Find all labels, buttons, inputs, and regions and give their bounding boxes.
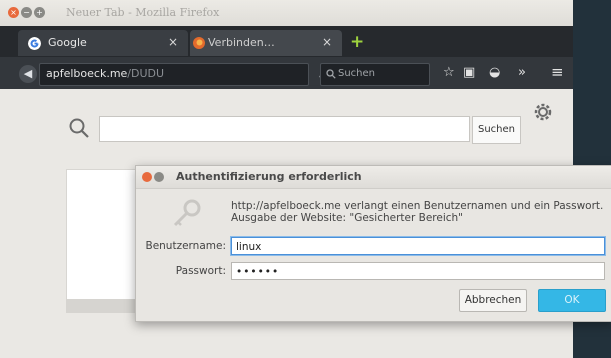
search-placeholder: Suchen [338, 68, 376, 79]
username-field[interactable]: linux [231, 237, 605, 255]
ok-button[interactable]: OK [538, 289, 606, 312]
overflow-icon[interactable]: » [518, 65, 526, 80]
tab-close-icon[interactable]: × [168, 35, 178, 49]
url-text: apfelboeck.me/DUDU [46, 67, 164, 80]
tab-label: Google [48, 36, 87, 49]
dialog-message-line: Ausgabe der Website: "Gesicherter Bereic… [231, 212, 464, 224]
url-bar[interactable]: apfelboeck.me/DUDU ▾ × [39, 63, 347, 86]
page-search-button[interactable]: Suchen [472, 116, 521, 144]
navigation-bar: ◀ apfelboeck.me/DUDU ▾ × Suchen ☆ ▣ ◒ » … [0, 57, 573, 89]
password-label: Passwort: [175, 265, 226, 277]
page-search-input[interactable] [99, 116, 470, 142]
url-host: apfelboeck.me [46, 67, 128, 80]
auth-dialog: Authentifizierung erforderlich http://ap… [135, 165, 611, 322]
dialog-title-bar: Authentifizierung erforderlich [136, 166, 611, 189]
back-button[interactable]: ◀ [19, 65, 37, 83]
dialog-title: Authentifizierung erforderlich [176, 170, 362, 183]
search-bar[interactable]: Suchen [320, 63, 430, 86]
bookmark-star-icon[interactable]: ☆ [443, 65, 455, 80]
username-label: Benutzername: [145, 240, 226, 252]
downloads-icon[interactable]: ▣ [463, 65, 475, 80]
firefox-icon [193, 37, 205, 49]
key-icon [173, 199, 201, 227]
tab-close-icon[interactable]: × [322, 35, 332, 49]
new-tab-button[interactable]: + [350, 32, 364, 52]
magnifier-icon [69, 118, 89, 138]
window-title: Neuer Tab - Mozilla Firefox [66, 6, 220, 19]
dialog-message-line: http://apfelboeck.me verlangt einen Benu… [231, 200, 604, 212]
window-close-button[interactable]: × [8, 7, 19, 18]
tab-google[interactable]: Google × [18, 30, 188, 56]
dialog-message: http://apfelboeck.me verlangt einen Benu… [231, 200, 603, 224]
gear-icon[interactable] [532, 101, 554, 123]
google-icon [28, 37, 41, 50]
search-icon [326, 69, 336, 79]
password-field[interactable]: •••••• [231, 262, 605, 280]
pocket-icon[interactable]: ◒ [489, 65, 500, 80]
tab-bar: Google × Verbinden… × + [0, 26, 573, 57]
dialog-minimize-button[interactable] [154, 172, 164, 182]
tab-verbinden[interactable]: Verbinden… × [190, 30, 342, 56]
cancel-button[interactable]: Abbrechen [459, 289, 527, 312]
hamburger-menu-icon[interactable]: ≡ [551, 63, 564, 81]
dialog-close-button[interactable] [142, 172, 152, 182]
window-minimize-button[interactable]: − [21, 7, 32, 18]
url-path: /DUDU [127, 67, 165, 80]
tab-label: Verbinden… [208, 36, 275, 49]
window-maximize-button[interactable]: + [34, 7, 45, 18]
title-bar: × − + Neuer Tab - Mozilla Firefox [0, 0, 573, 26]
